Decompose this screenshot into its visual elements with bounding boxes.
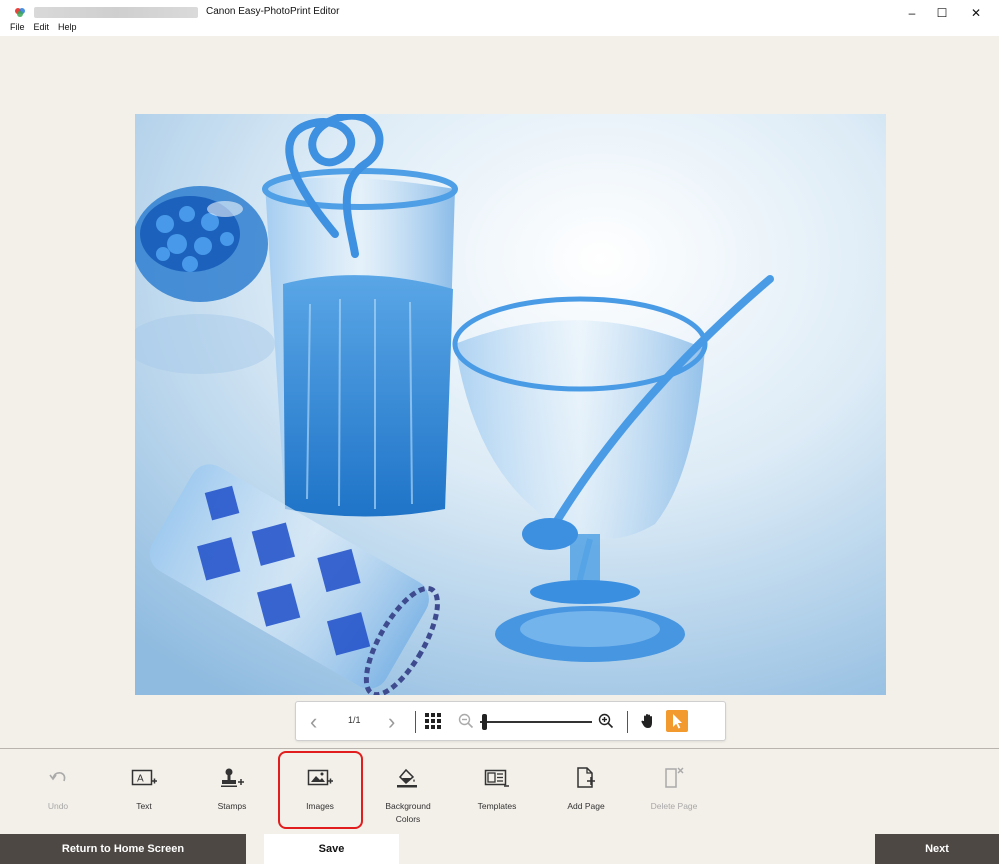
editing-canvas: ‹ 1/1 › xyxy=(0,36,999,748)
next-page-button[interactable]: › xyxy=(388,709,395,735)
background-colors-label: Background Colors xyxy=(385,801,431,824)
add-page-button[interactable]: Add Page xyxy=(551,759,621,827)
blurred-title-region xyxy=(34,7,198,18)
add-page-label: Add Page xyxy=(567,801,605,811)
photo-image xyxy=(135,114,886,695)
undo-icon xyxy=(45,765,71,791)
background-colors-button[interactable]: Background Colors xyxy=(373,759,443,827)
menu-file[interactable]: File xyxy=(10,22,25,32)
delete-page-icon xyxy=(661,765,687,791)
footer-bar: Return to Home Screen Save Next xyxy=(0,834,999,864)
images-highlight-frame xyxy=(278,751,363,829)
add-page-icon xyxy=(573,765,599,791)
undo-label: Undo xyxy=(47,801,69,811)
svg-text:A: A xyxy=(137,774,144,785)
stamps-label: Stamps xyxy=(217,801,247,811)
templates-icon xyxy=(484,765,510,791)
window-title: Canon Easy-PhotoPrint Editor xyxy=(206,6,340,17)
zoom-slider-track[interactable] xyxy=(480,721,592,723)
menu-help[interactable]: Help xyxy=(58,22,77,32)
save-button[interactable]: Save xyxy=(264,834,399,864)
zoom-slider-thumb[interactable] xyxy=(482,714,487,730)
select-tool-button[interactable] xyxy=(666,710,688,732)
undo-button[interactable]: Undo xyxy=(23,759,93,827)
menu-edit[interactable]: Edit xyxy=(34,22,50,32)
nav-separator xyxy=(415,711,416,733)
editing-tools-bar: Undo A Text Stamps Images Background Col… xyxy=(0,748,999,834)
text-label: Text xyxy=(136,801,152,811)
pointer-icon xyxy=(673,714,682,729)
minimize-button[interactable]: – xyxy=(898,2,926,24)
maximize-button[interactable]: ☐ xyxy=(928,2,956,24)
title-bar: Canon Easy-PhotoPrint Editor – ☐ ✕ File … xyxy=(0,0,999,36)
templates-label: Templates xyxy=(477,801,517,811)
close-button[interactable]: ✕ xyxy=(962,2,990,24)
stamp-icon xyxy=(219,765,245,791)
zoom-out-icon[interactable] xyxy=(458,713,474,729)
menu-bar: File Edit Help xyxy=(10,22,77,32)
page-indicator: 1/1 xyxy=(348,715,361,725)
zoom-in-icon[interactable] xyxy=(598,713,614,729)
paint-bucket-icon xyxy=(395,765,421,791)
text-button[interactable]: A Text xyxy=(109,759,179,827)
nav-separator xyxy=(627,711,628,733)
prev-page-button[interactable]: ‹ xyxy=(310,709,317,735)
grid-view-icon[interactable] xyxy=(425,713,441,729)
return-home-button[interactable]: Return to Home Screen xyxy=(0,834,246,864)
delete-page-button[interactable]: Delete Page xyxy=(639,759,709,827)
app-icon xyxy=(15,8,25,17)
templates-button[interactable]: Templates xyxy=(462,759,532,827)
delete-page-label: Delete Page xyxy=(650,801,698,811)
stamps-button[interactable]: Stamps xyxy=(197,759,267,827)
hand-tool-icon[interactable] xyxy=(639,712,657,730)
page-nav-toolbar: ‹ 1/1 › xyxy=(295,701,726,741)
next-button[interactable]: Next xyxy=(875,834,999,864)
text-icon: A xyxy=(131,765,157,791)
photo-glasses[interactable] xyxy=(135,114,886,695)
